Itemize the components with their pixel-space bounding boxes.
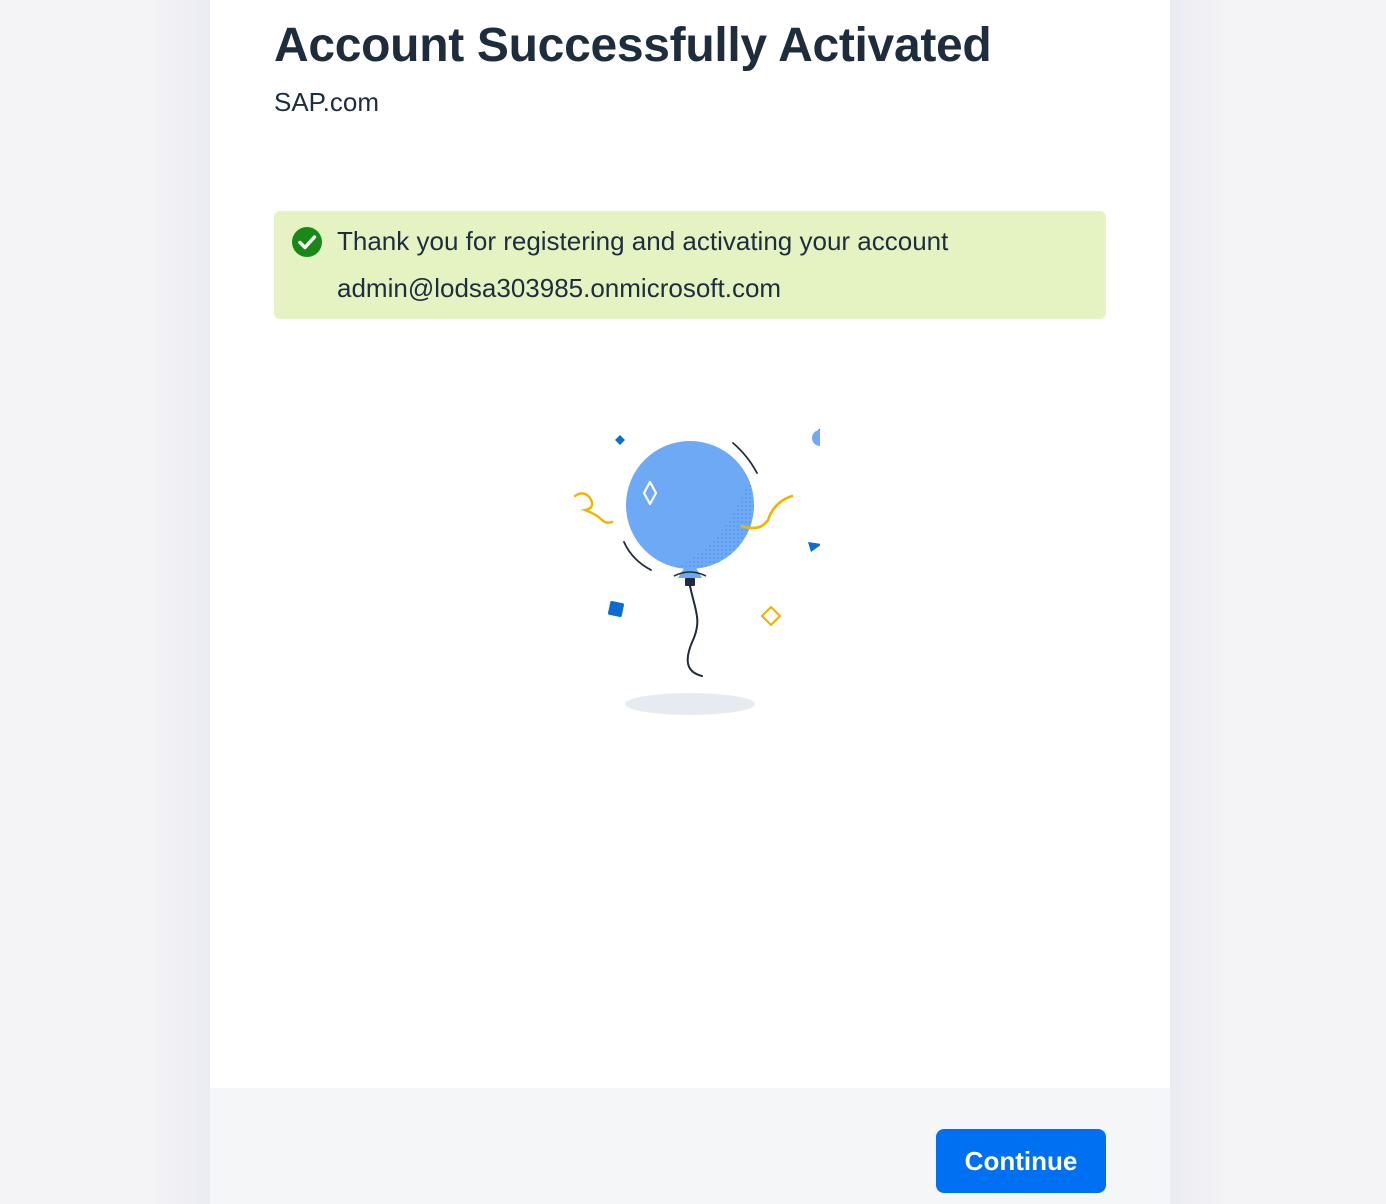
balloon-icon — [573, 428, 820, 715]
check-circle-icon — [292, 227, 322, 257]
success-message-strip: Thank you for registering and activating… — [274, 211, 1106, 319]
activation-card: Account Successfully Activated SAP.com T… — [210, 0, 1170, 1204]
page-title: Account Successfully Activated — [274, 19, 992, 72]
card-footer: Continue — [210, 1088, 1170, 1204]
success-message-text: Thank you for registering and activating… — [337, 226, 949, 256]
account-email: admin@lodsa303985.onmicrosoft.com — [337, 273, 782, 303]
background-shadow-left — [150, 0, 210, 1204]
page-subtitle: SAP.com — [274, 87, 380, 117]
background-shadow-right — [1170, 0, 1230, 1204]
continue-button[interactable]: Continue — [936, 1129, 1106, 1193]
